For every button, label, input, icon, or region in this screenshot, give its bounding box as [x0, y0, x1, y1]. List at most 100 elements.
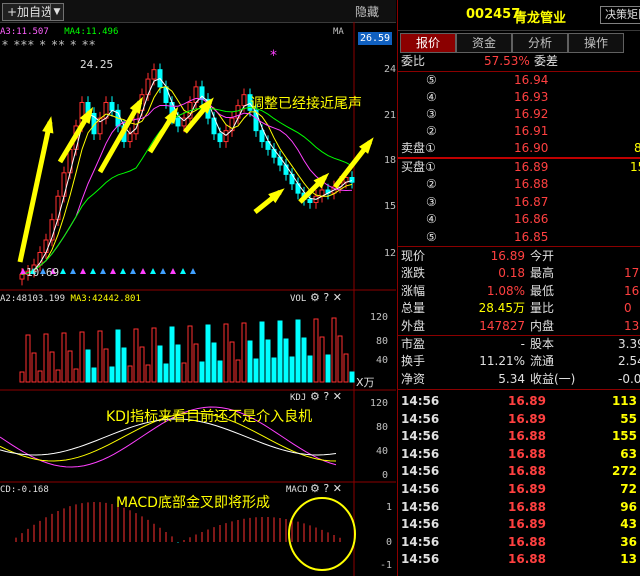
candle-body — [193, 86, 199, 103]
fundamental-row: 换手 11.21% 流通 2.54 — [401, 354, 640, 369]
vol-ma2: A2:48103.199 MA3:42442.801 — [0, 294, 141, 304]
close-icon[interactable]: ✕ — [333, 291, 342, 304]
volume-bar — [169, 326, 175, 383]
bid-row[interactable]: ② 16.88 — [398, 176, 640, 193]
help-icon[interactable]: ? — [323, 291, 329, 304]
volume-bar — [331, 317, 337, 383]
tab-quote[interactable]: 报价 — [400, 33, 456, 53]
volume-bar — [241, 322, 247, 383]
volume-bar — [181, 362, 187, 383]
volume-bars — [19, 317, 355, 383]
volume-bar — [133, 328, 139, 383]
close-icon[interactable]: ✕ — [333, 390, 342, 403]
candle-body — [241, 94, 247, 107]
kdj-label: KDJ — [290, 393, 307, 403]
help-icon[interactable]: ? — [323, 390, 329, 403]
volume-bar — [277, 320, 283, 383]
volume-bar — [289, 356, 295, 383]
trade-row: 14:56 16.89 113 — [401, 394, 637, 408]
stat-row: 涨幅 1.08% 最低 16 — [401, 283, 640, 298]
trade-row: 14:56 16.88 63 — [401, 446, 637, 461]
volume-bar — [271, 357, 277, 383]
fundamental-row: 净资 5.34 收益(一) -0.0 — [401, 371, 640, 386]
volume-bar — [31, 352, 37, 383]
candle-body — [259, 130, 265, 143]
volume-bar — [109, 366, 115, 383]
candle-body — [151, 69, 157, 80]
bid-row[interactable]: ④ 16.86 — [398, 211, 640, 228]
volume-bar — [319, 336, 325, 383]
vol-tick: 40 — [376, 355, 389, 366]
ask-row[interactable]: ⑤ 16.94 — [398, 72, 640, 89]
weibi-value: 57.53% — [484, 54, 530, 68]
vol-tick: 80 — [376, 336, 389, 347]
decision-matrix-button[interactable]: 决策矩阵 — [600, 6, 640, 24]
trend-annotation: 调整已经接近尾声 — [250, 96, 362, 112]
volume-bar — [193, 343, 199, 383]
kdj-tick: 40 — [376, 446, 389, 457]
macd-tick: 0 — [386, 537, 393, 548]
ask-row[interactable]: 卖盘① 16.90 8 — [398, 140, 640, 157]
watchlist-dropdown-icon[interactable]: ▼ — [50, 3, 64, 21]
volume-bar — [85, 349, 91, 383]
signal-triangle — [60, 268, 66, 274]
trade-row: 14:56 16.88 272 — [401, 464, 637, 479]
trade-row: 14:56 16.88 13 — [401, 552, 637, 567]
signal-triangle — [80, 268, 86, 274]
candle-body — [55, 195, 61, 221]
candle-body — [127, 133, 133, 143]
gear-icon[interactable]: ⚙ — [310, 482, 320, 495]
vol-unit: X万 — [356, 376, 375, 389]
volume-bar — [25, 334, 31, 383]
tab-operate[interactable]: 操作 — [568, 33, 624, 53]
candle-body — [19, 273, 25, 280]
ask-row[interactable]: ③ 16.92 — [398, 106, 640, 123]
volume-bar — [157, 345, 163, 383]
volume-bar — [301, 337, 307, 383]
volume-bar — [97, 330, 103, 383]
vol-tick: 120 — [370, 312, 389, 323]
macd-annotation: MACD底部金叉即将形成 — [116, 495, 270, 511]
vol-label: VOL — [290, 294, 307, 304]
volume-bar — [283, 338, 289, 383]
volume-bar — [265, 339, 271, 383]
volume-bar — [211, 342, 217, 383]
signal-triangle — [150, 268, 156, 274]
arrow-head — [42, 116, 54, 134]
volume-bar — [139, 346, 145, 383]
volume-bar — [61, 332, 67, 383]
candle-body — [175, 117, 181, 127]
stat-row: 涨跌 0.18 最高 17 — [401, 266, 640, 281]
volume-bar — [247, 340, 253, 383]
volume-bar — [49, 351, 55, 383]
gear-icon[interactable]: ⚙ — [310, 291, 320, 304]
help-icon[interactable]: ? — [323, 482, 329, 495]
bid-row[interactable]: ⑤ 16.85 — [398, 229, 640, 246]
candle-body — [43, 239, 49, 253]
signal-triangle — [100, 268, 106, 274]
volume-bar — [187, 325, 193, 383]
quote-header: 002457 青龙管业 决策矩阵 — [398, 0, 640, 31]
bid-row[interactable]: 买盘① 16.89 15 — [398, 159, 640, 176]
volume-bar — [199, 361, 205, 383]
candle-body — [217, 133, 223, 143]
gear-icon[interactable]: ⚙ — [310, 390, 320, 403]
close-icon[interactable]: ✕ — [333, 482, 342, 495]
ask-row[interactable]: ② 16.91 — [398, 123, 640, 140]
volume-bar — [145, 364, 151, 383]
hide-button[interactable]: 隐藏 — [355, 3, 379, 20]
weibi-row: 委比 57.53% 委差 — [401, 54, 559, 68]
signal-triangle — [110, 268, 116, 274]
signal-triangle — [160, 268, 166, 274]
bid-row[interactable]: ③ 16.87 — [398, 194, 640, 211]
candle-body — [223, 130, 229, 143]
tab-funds[interactable]: 资金 — [456, 33, 512, 53]
volume-bar — [115, 329, 121, 383]
volume-bar — [313, 318, 319, 383]
kdj-tick: 0 — [382, 470, 389, 481]
signal-triangle — [190, 268, 196, 274]
fundamental-row: 市盈 - 股本 3.39 — [401, 337, 640, 351]
tab-analysis[interactable]: 分析 — [512, 33, 568, 53]
ask-row[interactable]: ④ 16.93 — [398, 89, 640, 106]
volume-bar — [103, 348, 109, 383]
